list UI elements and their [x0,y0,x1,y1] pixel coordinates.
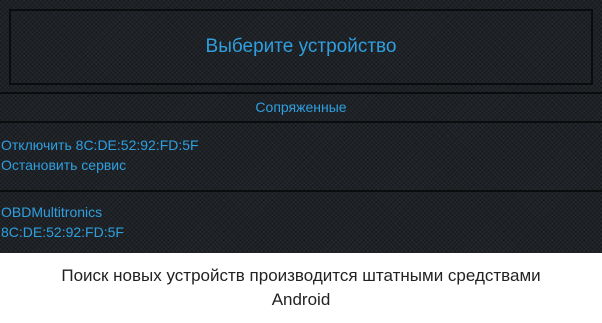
footer-message: Поиск новых устройств производится штатн… [61,266,541,309]
stop-service-button[interactable]: Остановить сервис [0,155,602,175]
disconnect-button[interactable]: Отключить 8C:DE:52:92:FD:5F [0,135,602,155]
device-picker-dialog: Выберите устройство Сопряженные Отключит… [0,0,602,253]
footer-message-area: Поиск новых устройств производится штатн… [0,253,602,323]
device-name: OBDMultitronics [1,204,103,220]
paired-section-header: Сопряженные [0,94,602,120]
divider [0,190,602,192]
device-address: 8C:DE:52:92:FD:5F [1,224,124,240]
dialog-header: Выберите устройство [9,9,593,85]
divider [0,121,602,123]
action-item: Отключить 8C:DE:52:92:FD:5F Остановить с… [0,135,602,175]
paired-section-label: Сопряженные [255,99,347,115]
dialog-title: Выберите устройство [205,36,397,57]
paired-device-item[interactable]: OBDMultitronics 8C:DE:52:92:FD:5F [0,202,602,242]
